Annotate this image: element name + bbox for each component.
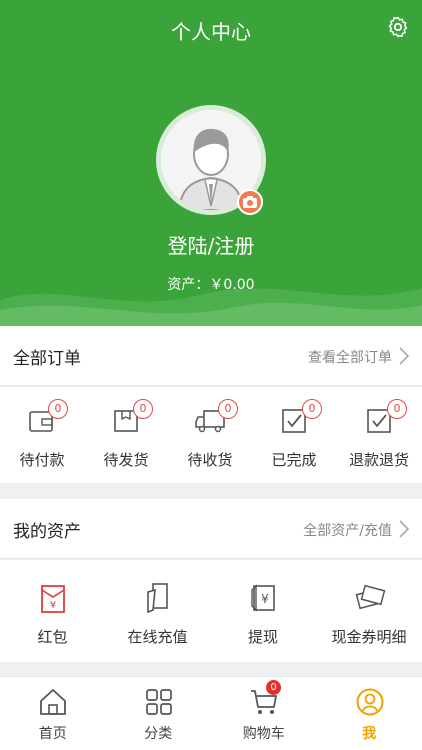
recharge-icon xyxy=(147,583,168,614)
order-status-pending-payment[interactable]: 0 待付款 xyxy=(0,387,84,483)
order-count-badge: 0 xyxy=(133,399,153,419)
order-count-badge: 0 xyxy=(387,399,407,419)
view-all-orders-link[interactable]: 查看全部订单 xyxy=(308,347,392,367)
tab-category[interactable]: 分类 xyxy=(106,677,212,750)
tab-me[interactable]: 我 xyxy=(317,677,422,750)
order-count-badge: 0 xyxy=(218,399,238,419)
order-status-pending-receipt[interactable]: 0 待收货 xyxy=(168,387,252,483)
order-count-badge: 0 xyxy=(48,399,68,419)
tab-label: 首页 xyxy=(38,726,67,742)
assets-row: ¥ 红包 在线充值 ¥ 提现 现金券明细 xyxy=(0,560,422,662)
svg-text:¥: ¥ xyxy=(50,600,56,611)
category-icon xyxy=(145,689,172,715)
user-icon xyxy=(356,688,383,716)
asset-coupon-details[interactable]: 现金券明细 xyxy=(316,560,422,662)
order-status-row: 0 待付款 0 待发货 0 待收货 0 已完成 0 退款退货 xyxy=(0,387,422,483)
asset-label: 红包 xyxy=(37,628,68,646)
tab-cart[interactable]: 购物车 xyxy=(211,677,317,750)
asset-label: 提现 xyxy=(247,628,278,646)
view-all-assets-link[interactable]: 全部资产/充值 xyxy=(303,520,392,540)
order-status-completed[interactable]: 0 已完成 xyxy=(252,387,336,483)
page-title: 个人中心 xyxy=(171,20,251,44)
settings-gear-icon[interactable] xyxy=(386,15,410,39)
home-icon xyxy=(40,689,66,715)
camera-icon[interactable] xyxy=(237,189,263,215)
red-envelope-icon: ¥ xyxy=(41,585,65,613)
tab-label: 分类 xyxy=(144,726,173,742)
asset-label: 现金券明细 xyxy=(331,628,407,646)
order-status-label: 退款退货 xyxy=(348,451,409,469)
chevron-right-icon xyxy=(399,347,410,365)
order-status-label: 待发货 xyxy=(103,451,149,469)
order-count-badge: 0 xyxy=(302,399,322,419)
orders-title: 全部订单 xyxy=(13,349,81,369)
order-status-label: 待付款 xyxy=(19,451,65,469)
assets-header[interactable]: 我的资产 全部资产/充值 xyxy=(0,499,422,559)
tab-home[interactable]: 首页 xyxy=(0,677,106,750)
asset-online-recharge[interactable]: 在线充值 xyxy=(105,560,210,662)
assets-balance: 资产：￥0.00 xyxy=(167,277,255,293)
order-status-label: 待收货 xyxy=(187,451,233,469)
chevron-right-icon xyxy=(399,520,410,538)
order-status-label: 已完成 xyxy=(271,451,317,469)
bottom-tab-bar: 首页 分类 购物车 我 xyxy=(0,676,422,750)
asset-red-envelope[interactable]: ¥ 红包 xyxy=(0,560,105,662)
tab-label: 我 xyxy=(362,726,377,742)
login-register-link[interactable]: 登陆/注册 xyxy=(0,230,422,259)
svg-text:¥: ¥ xyxy=(261,592,269,606)
profile-header: 个人中心 登陆/注册 资产：￥0.00 xyxy=(0,0,422,326)
orders-header[interactable]: 全部订单 查看全部订单 xyxy=(0,326,422,386)
order-status-pending-shipment[interactable]: 0 待发货 xyxy=(84,387,168,483)
withdraw-icon: ¥ xyxy=(251,584,275,612)
avatar[interactable] xyxy=(156,105,266,215)
asset-label: 在线充值 xyxy=(127,628,188,646)
asset-withdraw[interactable]: ¥ 提现 xyxy=(210,560,316,662)
assets-title: 我的资产 xyxy=(13,522,81,542)
order-status-refund[interactable]: 0 退款退货 xyxy=(336,387,422,483)
tab-label: 购物车 xyxy=(242,726,285,742)
cart-count-badge: 0 xyxy=(266,680,281,695)
coupon-icon xyxy=(355,584,386,610)
